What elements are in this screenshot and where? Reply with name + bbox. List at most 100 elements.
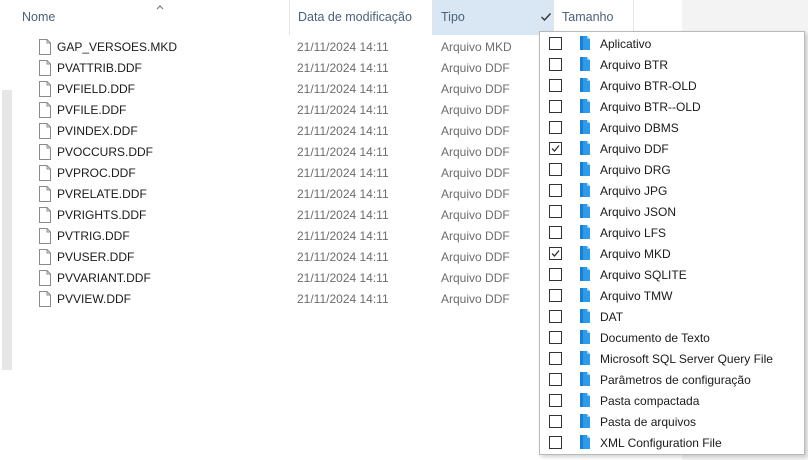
file-type-icon [577,56,593,72]
filter-checkbox[interactable] [549,79,562,92]
filter-item-label: XML Configuration File [600,436,722,450]
filter-item[interactable]: Pasta de arquivos [540,411,804,432]
file-row[interactable]: GAP_VERSOES.MKD 21/11/2024 14:11 Arquivo M… [14,36,534,57]
filter-checkbox[interactable] [549,289,562,302]
file-name: PVFIELD.DDF [57,82,136,96]
column-header-type[interactable]: Tipo [433,0,554,35]
column-header-name[interactable]: Nome [14,0,290,35]
filter-checkbox[interactable] [549,163,562,176]
document-icon [38,270,52,286]
filter-item-label: Pasta compactada [600,394,700,408]
file-type-icon [577,350,593,366]
filter-item[interactable]: Arquivo BTR-OLD [540,75,804,96]
file-row[interactable]: PVVIEW.DDF 21/11/2024 14:11 Arquivo DDF [14,288,534,309]
filter-checkbox[interactable] [549,100,562,113]
filter-item-label: Arquivo DRG [600,163,671,177]
document-icon [38,249,52,265]
filter-item[interactable]: Arquivo DRG [540,159,804,180]
filter-checkbox[interactable] [549,268,562,281]
filter-checkbox[interactable] [549,142,562,155]
file-name: PVVARIANT.DDF [57,271,151,285]
filter-item[interactable]: Arquivo BTR--OLD [540,96,804,117]
file-type-icon [577,203,593,219]
filter-checkbox[interactable] [549,436,562,449]
filter-item[interactable]: Microsoft SQL Server Query File [540,348,804,369]
filter-checkbox[interactable] [549,121,562,134]
file-name: PVUSER.DDF [57,250,135,264]
filter-checkbox[interactable] [549,331,562,344]
filter-checkbox[interactable] [549,394,562,407]
filter-item-label: Aplicativo [600,37,652,51]
filter-item[interactable]: Arquivo DDF [540,138,804,159]
filter-checkbox[interactable] [549,184,562,197]
file-date: 21/11/2024 14:11 [297,82,389,96]
filter-item[interactable]: XML Configuration File [540,432,804,453]
filter-item[interactable]: Arquivo TMW [540,285,804,306]
filter-item[interactable]: Aplicativo [540,33,804,54]
file-type: Arquivo DDF [441,271,510,285]
file-date: 21/11/2024 14:11 [297,229,389,243]
filter-checkbox[interactable] [549,415,562,428]
file-type-icon [577,161,593,177]
file-name: PVINDEX.DDF [57,124,138,138]
filter-item-label: Parâmetros de configuração [600,373,751,387]
file-row[interactable]: PVUSER.DDF 21/11/2024 14:11 Arquivo DDF [14,246,534,267]
file-row[interactable]: PVATTRIB.DDF 21/11/2024 14:11 Arquivo DDF [14,57,534,78]
file-row[interactable]: PVRELATE.DDF 21/11/2024 14:11 Arquivo DDF [14,183,534,204]
filter-item[interactable]: Arquivo LFS [540,222,804,243]
filter-item[interactable]: Parâmetros de configuração [540,369,804,390]
file-type-icon [577,98,593,114]
filter-checkbox[interactable] [549,37,562,50]
file-type: Arquivo DDF [441,250,510,264]
file-type: Arquivo DDF [441,229,510,243]
file-row[interactable]: PVVARIANT.DDF 21/11/2024 14:11 Arquivo DDF [14,267,534,288]
filter-checkbox[interactable] [549,373,562,386]
filter-item-label: Arquivo SQLITE [600,268,687,282]
file-type: Arquivo MKD [441,40,512,54]
file-date: 21/11/2024 14:11 [297,61,389,75]
filter-checkbox[interactable] [549,247,562,260]
file-name: PVATTRIB.DDF [57,61,142,75]
file-type-icon [577,308,593,324]
filter-item[interactable]: Arquivo JPG [540,180,804,201]
file-type-icon [577,119,593,135]
file-type-icon [577,35,593,51]
filter-item[interactable]: Arquivo BTR [540,54,804,75]
filter-checkbox[interactable] [549,352,562,365]
file-row[interactable]: PVINDEX.DDF 21/11/2024 14:11 Arquivo DDF [14,120,534,141]
filter-item-label: DAT [600,310,624,324]
file-name: PVPROC.DDF [57,166,136,180]
filter-item[interactable]: Pasta compactada [540,390,804,411]
file-type-icon [577,140,593,156]
column-header-date[interactable]: Data de modificação [290,0,433,35]
file-row[interactable]: PVFIELD.DDF 21/11/2024 14:11 Arquivo DDF [14,78,534,99]
filter-item-label: Pasta de arquivos [600,415,697,429]
filter-checkbox[interactable] [549,58,562,71]
navigation-scrollbar[interactable] [2,90,12,370]
file-row[interactable]: PVFILE.DDF 21/11/2024 14:11 Arquivo DDF [14,99,534,120]
file-date: 21/11/2024 14:11 [297,187,389,201]
filter-item[interactable]: Arquivo SQLITE [540,264,804,285]
filter-item[interactable]: Arquivo MKD [540,243,804,264]
file-row[interactable]: PVRIGHTS.DDF 21/11/2024 14:11 Arquivo DDF [14,204,534,225]
filter-item[interactable]: Arquivo JSON [540,201,804,222]
filter-checkbox[interactable] [549,205,562,218]
file-row[interactable]: PVTRIG.DDF 21/11/2024 14:11 Arquivo DDF [14,225,534,246]
file-row[interactable]: PVPROC.DDF 21/11/2024 14:11 Arquivo DDF [14,162,534,183]
column-header-size[interactable]: Tamanho [554,0,634,35]
file-date: 21/11/2024 14:11 [297,271,389,285]
document-icon [38,228,52,244]
file-type: Arquivo DDF [441,187,510,201]
checkmark-icon[interactable] [539,10,553,24]
file-type: Arquivo DDF [441,103,510,117]
filter-checkbox[interactable] [549,310,562,323]
file-date: 21/11/2024 14:11 [297,208,389,222]
filter-item-label: Arquivo JPG [600,184,668,198]
file-row[interactable]: PVOCCURS.DDF 21/11/2024 14:11 Arquivo DDF [14,141,534,162]
filter-item[interactable]: DAT [540,306,804,327]
file-date: 21/11/2024 14:11 [297,166,389,180]
filter-item[interactable]: Arquivo DBMS [540,117,804,138]
document-icon [38,39,52,55]
filter-item[interactable]: Documento de Texto [540,327,804,348]
filter-checkbox[interactable] [549,226,562,239]
